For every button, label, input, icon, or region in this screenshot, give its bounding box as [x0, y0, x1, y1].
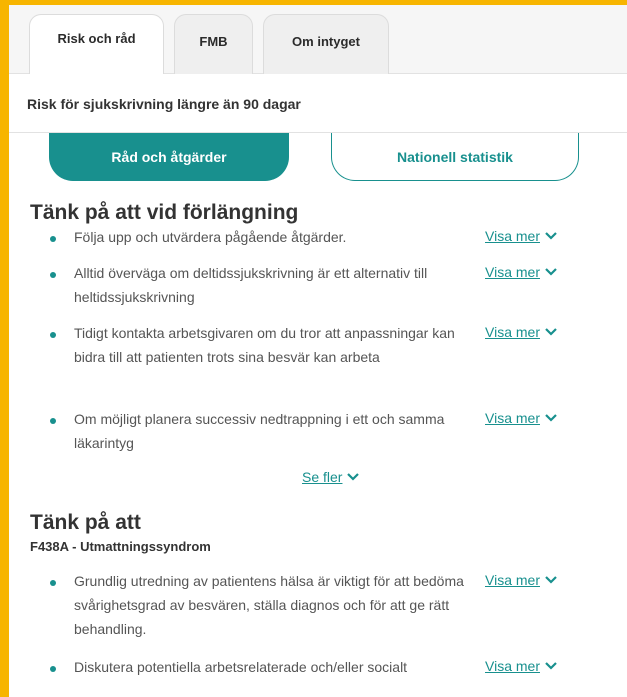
risk-subtitle: Risk för sjukskrivning längre än 90 daga…: [27, 96, 301, 112]
tab-fmb[interactable]: FMB: [174, 14, 253, 74]
visa-mer-link[interactable]: Visa mer: [485, 572, 558, 588]
tab-om-intyget[interactable]: Om intyget: [263, 14, 389, 74]
visa-mer-label: Visa mer: [485, 658, 540, 674]
visa-mer-label: Visa mer: [485, 324, 540, 340]
subtitle-row: Risk för sjukskrivning längre än 90 daga…: [9, 74, 627, 133]
item-text: Tidigt kontakta arbetsgivaren om du tror…: [74, 325, 455, 365]
bullet-icon: [50, 236, 56, 242]
bullet-icon: [50, 666, 56, 672]
panel: Risk och råd FMB Om intyget Risk för sju…: [0, 0, 627, 697]
content-area: Råd och åtgärder Nationell statistik Tän…: [9, 133, 627, 697]
chevron-down-icon: [347, 473, 360, 481]
visa-mer-label: Visa mer: [485, 264, 540, 280]
visa-mer-label: Visa mer: [485, 410, 540, 426]
chevron-down-icon: [545, 662, 557, 670]
chevron-down-icon: [545, 328, 557, 336]
chevron-down-icon: [545, 268, 557, 276]
visa-mer-link[interactable]: Visa mer: [485, 324, 558, 340]
visa-mer-link[interactable]: Visa mer: [485, 410, 558, 426]
visa-mer-label: Visa mer: [485, 572, 540, 588]
item-text: Grundlig utredning av patientens hälsa ä…: [74, 573, 464, 637]
se-fler-link[interactable]: Se fler: [302, 469, 360, 485]
bullet-icon: [50, 580, 56, 586]
item-text: Om möjligt planera successiv nedtrappnin…: [74, 411, 445, 451]
visa-mer-link[interactable]: Visa mer: [485, 658, 558, 674]
section-heading-forlangning: Tänk på att vid förlängning: [30, 201, 299, 224]
item-text: Följa upp och utvärdera pågående åtgärde…: [74, 229, 347, 245]
chevron-down-icon: [545, 414, 557, 422]
rad-och-atgarder-button[interactable]: Råd och åtgärder: [49, 133, 289, 181]
chevron-down-icon: [545, 576, 557, 584]
diagnosis-label: F438A - Utmattningssyndrom: [30, 539, 211, 554]
visa-mer-label: Visa mer: [485, 228, 540, 244]
bullet-icon: [50, 418, 56, 424]
visa-mer-link[interactable]: Visa mer: [485, 264, 558, 280]
tab-label: Om intyget: [292, 34, 360, 49]
bullet-icon: [50, 272, 56, 278]
bullet-icon: [50, 332, 56, 338]
visa-mer-link[interactable]: Visa mer: [485, 228, 558, 244]
tab-risk-och-rad[interactable]: Risk och råd: [29, 14, 164, 75]
item-text: Alltid överväga om deltidssjukskrivning …: [74, 265, 428, 305]
nationell-statistik-button[interactable]: Nationell statistik: [331, 133, 579, 181]
se-fler-label: Se fler: [302, 469, 343, 485]
tab-label: FMB: [199, 34, 228, 49]
tab-bar: Risk och råd FMB Om intyget: [9, 5, 627, 75]
chevron-down-icon: [545, 232, 557, 240]
section-heading-tank-pa-att: Tänk på att: [30, 511, 141, 534]
tab-label: Risk och råd: [57, 30, 136, 46]
frame-left-border: [0, 0, 9, 697]
item-text: Diskutera potentiella arbetsrelaterade o…: [74, 659, 408, 675]
